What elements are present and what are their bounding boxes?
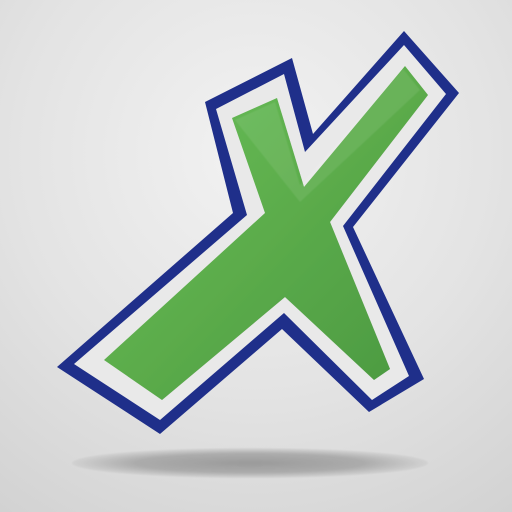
app-icon-canvas	[0, 0, 512, 512]
x-logo-icon	[57, 31, 459, 434]
